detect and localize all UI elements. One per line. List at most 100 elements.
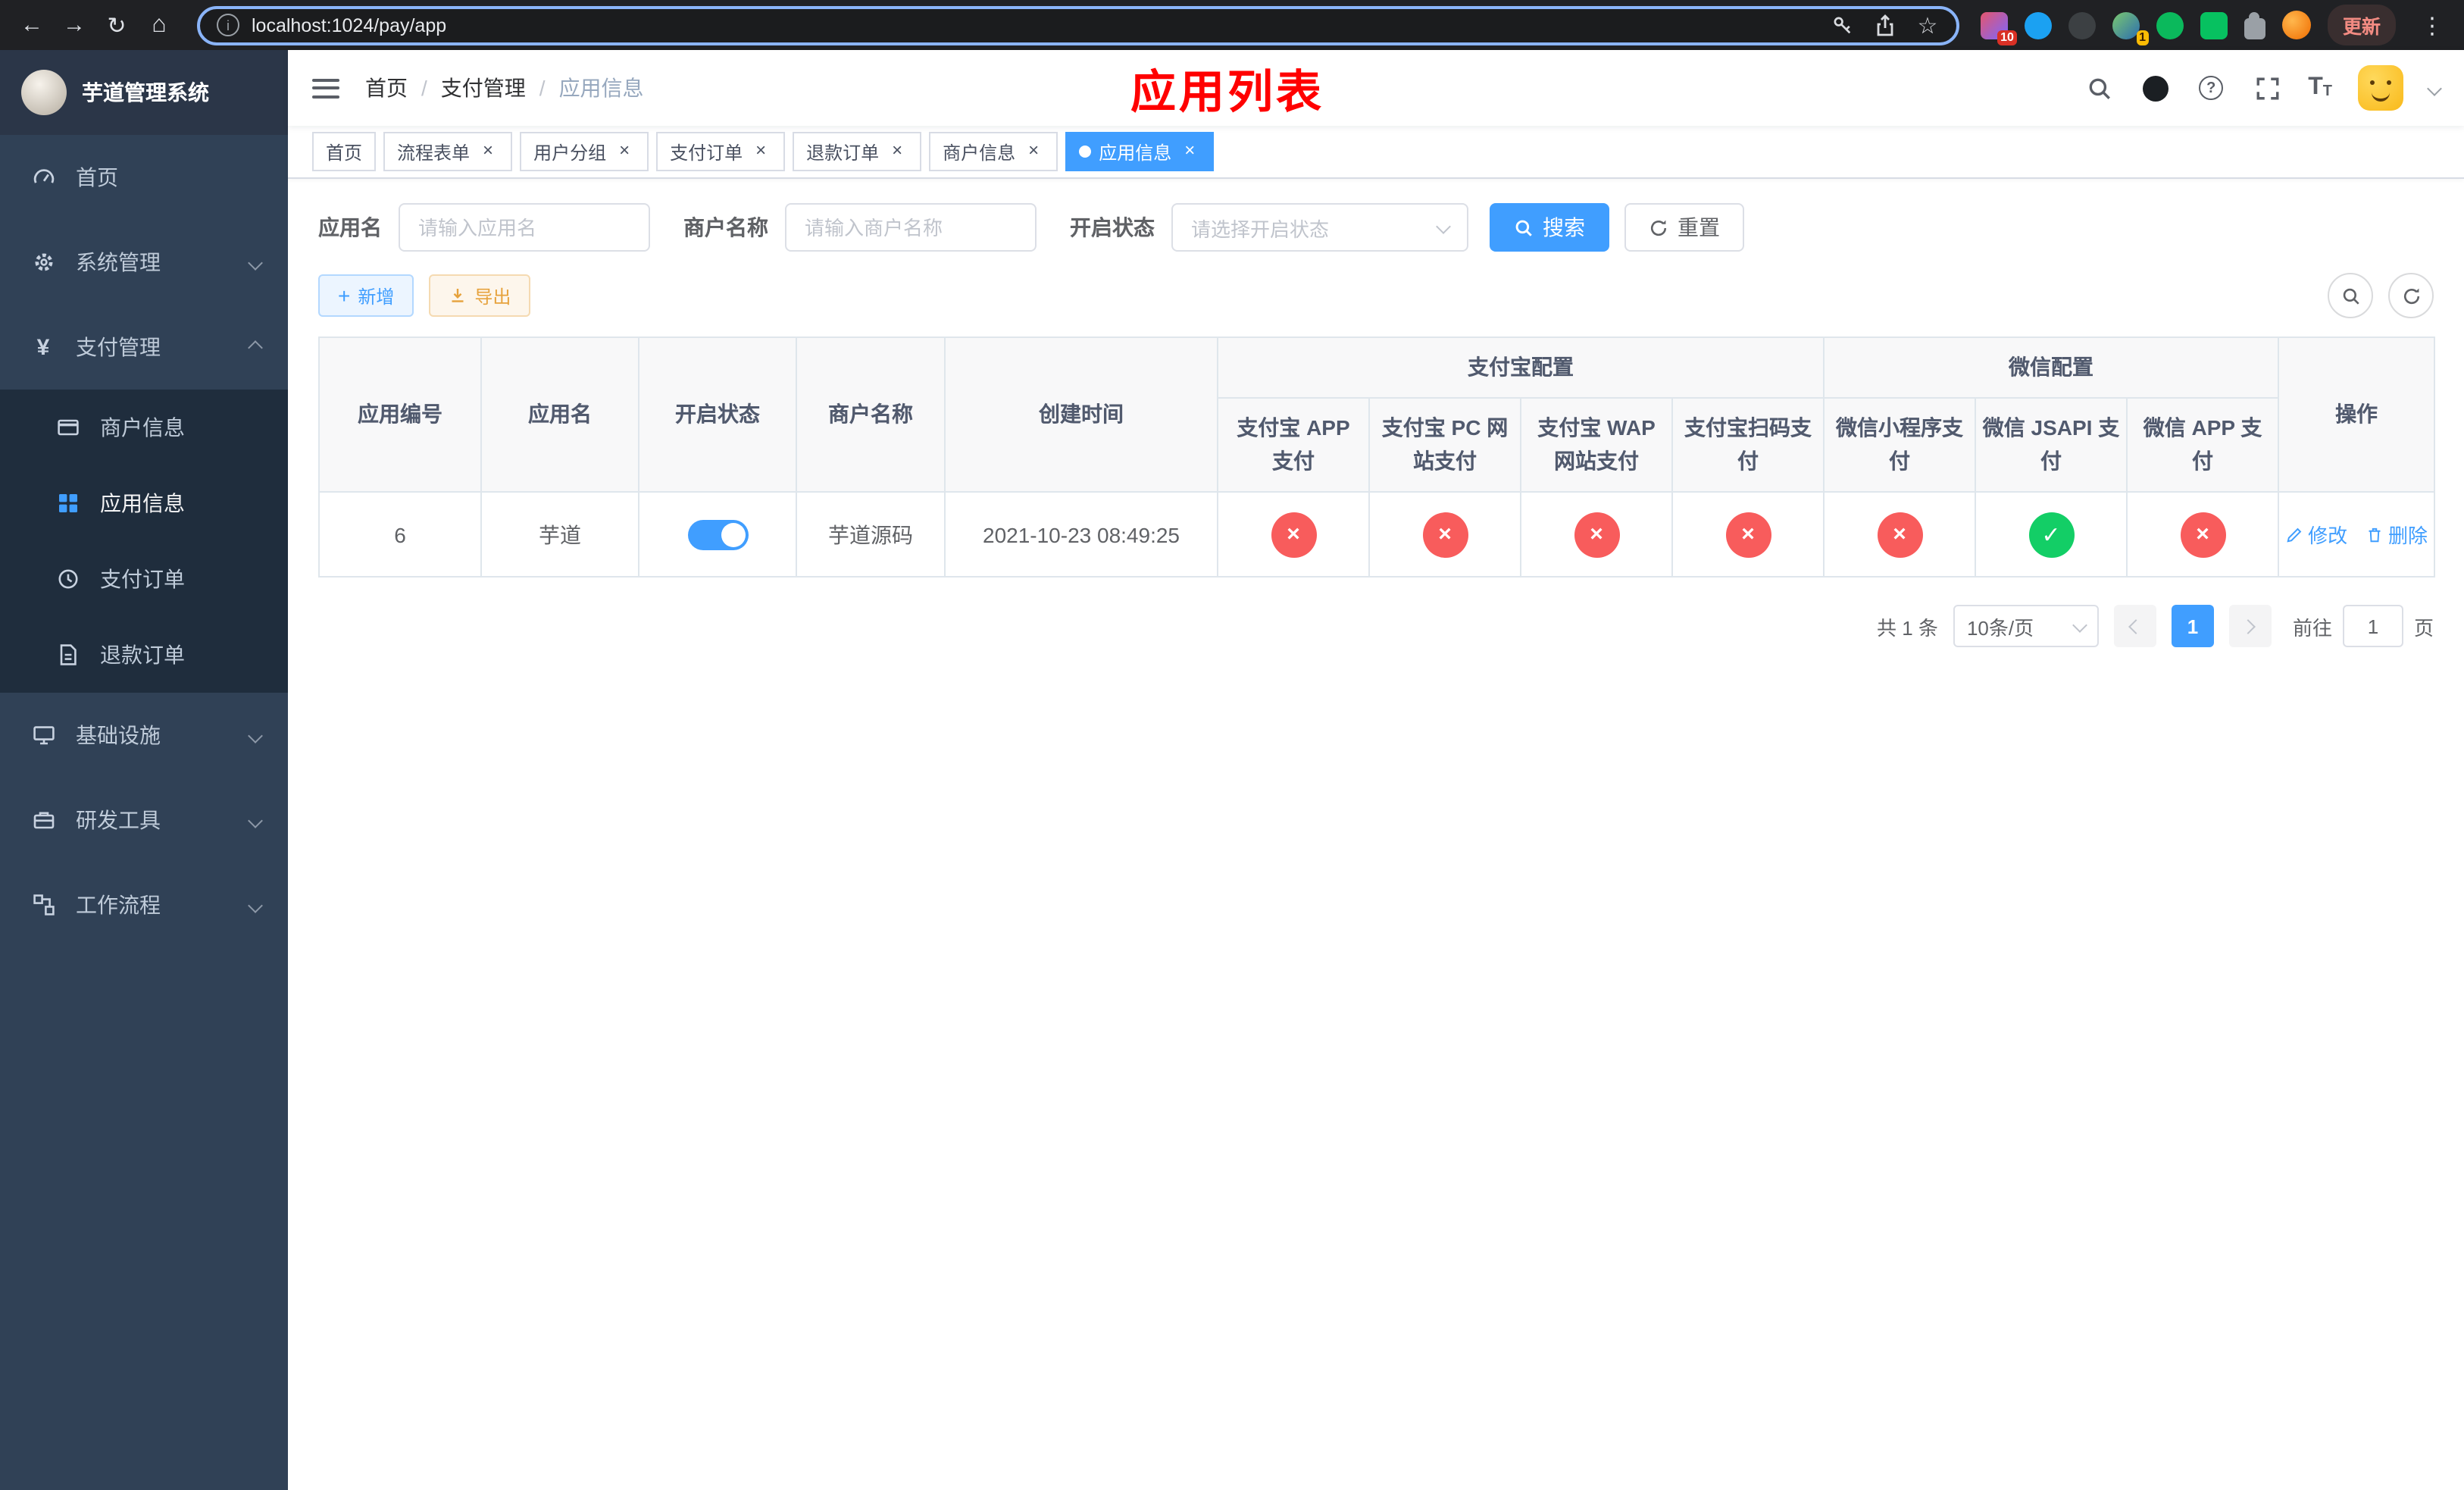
sidebar-item-payment[interactable]: ¥ 支付管理 (0, 305, 288, 390)
extensions-area: 10 1 更新 (1980, 5, 2452, 45)
close-icon[interactable]: × (886, 140, 908, 162)
tab-process-form[interactable]: 流程表单 × (383, 132, 513, 171)
tab-refund-orders[interactable]: 退款订单 × (793, 132, 922, 171)
add-button[interactable]: + 新增 (318, 274, 414, 317)
workflow-icon (30, 892, 56, 918)
extension-icon-5[interactable] (2156, 11, 2184, 39)
refresh-icon[interactable] (2388, 273, 2434, 318)
sidebar-item-label: 支付订单 (100, 567, 185, 591)
reload-icon[interactable] (97, 5, 136, 45)
sidebar-item-label: 系统管理 (76, 250, 161, 274)
breadcrumb-home[interactable]: 首页 (365, 73, 408, 103)
plus-icon: + (338, 283, 351, 308)
page-number[interactable]: 1 (2171, 605, 2214, 647)
status-icon: × (2180, 512, 2226, 557)
pagination: 共 1 条 10条/页 1 前往 页 (318, 605, 2434, 647)
avatar-caret-icon[interactable] (2427, 74, 2442, 102)
cell-created: 2021-10-23 08:49:25 (944, 491, 1218, 578)
address-bar[interactable]: localhost:1024/pay/app (197, 5, 1959, 45)
browser-profile-avatar[interactable] (2281, 11, 2311, 39)
password-key-icon[interactable] (1831, 13, 1855, 37)
sidebar-item-app-info[interactable]: 应用信息 (0, 465, 288, 541)
user-avatar[interactable] (2358, 65, 2403, 111)
forward-icon[interactable] (55, 5, 94, 45)
search-icon[interactable] (2084, 73, 2114, 103)
browser-menu-icon[interactable] (2412, 5, 2452, 45)
col-wx-jsapi: 微信 JSAPI 支付 (1975, 397, 2128, 493)
sidebar-item-label: 商户信息 (100, 415, 185, 440)
total-count: 共 1 条 (1877, 616, 1938, 639)
search-button[interactable]: 搜索 (1490, 203, 1609, 252)
tab-app-info[interactable]: 应用信息 × (1065, 132, 1215, 171)
extensions-puzzle-icon[interactable] (2244, 11, 2265, 39)
cell-status (638, 491, 797, 578)
sidebar-toggle-icon[interactable] (312, 78, 339, 98)
tab-merchant-info[interactable]: 商户信息 × (929, 132, 1058, 171)
status-icon: × (1574, 512, 1619, 557)
tab-user-group[interactable]: 用户分组 × (520, 132, 649, 171)
close-icon[interactable]: × (614, 140, 635, 162)
next-page-button[interactable] (2228, 605, 2272, 647)
yen-icon: ¥ (36, 334, 50, 360)
close-icon[interactable]: × (477, 140, 499, 162)
filter-form: 应用名 商户名称 开启状态 请选择开启状态 搜索 重置 (318, 203, 2434, 252)
page-content: 应用名 商户名称 开启状态 请选择开启状态 搜索 重置 (288, 179, 2464, 1490)
export-button[interactable]: 导出 (429, 274, 531, 317)
show-search-toggle-icon[interactable] (2328, 273, 2373, 318)
back-icon[interactable] (12, 5, 52, 45)
sidebar-item-home[interactable]: 首页 (0, 135, 288, 220)
tags-view: 首页 流程表单 × 用户分组 × 支付订单 × 退款订单 × 商户信息 × 应用… (288, 126, 2464, 179)
status-select[interactable]: 请选择开启状态 (1171, 203, 1468, 252)
fullscreen-icon[interactable] (2252, 73, 2282, 103)
sidebar-logo: 芋道管理系统 (0, 50, 288, 135)
sidebar-item-system[interactable]: 系统管理 (0, 220, 288, 305)
col-alipay-qr: 支付宝扫码支付 (1671, 397, 1825, 493)
chevron-down-icon (248, 897, 263, 912)
col-alipay-wap: 支付宝 WAP 网站支付 (1520, 397, 1673, 493)
goto-page-input[interactable] (2342, 605, 2403, 647)
payment-submenu: 商户信息 应用信息 支付订单 退款订单 (0, 390, 288, 693)
bookmark-star-icon[interactable] (1915, 13, 1940, 37)
chevron-down-icon (2072, 617, 2087, 632)
app-name-input[interactable] (399, 203, 650, 252)
reset-button[interactable]: 重置 (1624, 203, 1744, 252)
edit-button[interactable]: 修改 (2285, 520, 2347, 549)
font-size-icon[interactable] (2308, 76, 2332, 100)
sidebar-item-devtools[interactable]: 研发工具 (0, 778, 288, 862)
sidebar-item-workflow[interactable]: 工作流程 (0, 862, 288, 947)
prev-page-button[interactable] (2113, 605, 2156, 647)
sidebar-item-label: 应用信息 (100, 491, 185, 515)
document-icon (55, 642, 80, 668)
extension-icon-2[interactable] (2024, 11, 2052, 39)
breadcrumb-payment[interactable]: 支付管理 (441, 73, 526, 103)
extension-icon-1[interactable]: 10 (1980, 11, 2017, 45)
page-size-select[interactable]: 10条/页 (1953, 605, 2099, 647)
help-icon[interactable] (2196, 73, 2226, 103)
status-toggle[interactable] (687, 519, 748, 549)
close-icon[interactable]: × (1179, 140, 1200, 162)
merchant-name-input[interactable] (785, 203, 1037, 252)
status-icon: ✓ (2028, 512, 2074, 557)
tab-pay-orders[interactable]: 支付订单 × (656, 132, 786, 171)
share-icon[interactable] (1873, 13, 1897, 37)
sidebar-item-merchant-info[interactable]: 商户信息 (0, 390, 288, 465)
page-info-icon[interactable] (217, 14, 239, 36)
extension-badge: 1 (2136, 30, 2149, 45)
sidebar-item-infra[interactable]: 基础设施 (0, 693, 288, 778)
close-icon[interactable]: × (1023, 140, 1044, 162)
home-icon[interactable] (139, 5, 179, 45)
tab-home[interactable]: 首页 (312, 132, 377, 171)
close-icon[interactable]: × (750, 140, 771, 162)
delete-button[interactable]: 删除 (2366, 520, 2428, 549)
extension-icon-6[interactable] (2200, 11, 2228, 39)
table-row: 6 芋道 芋道源码 2021-10-23 08:49:25 × × × × × (318, 491, 2436, 578)
extension-icon-3[interactable] (2068, 11, 2096, 39)
github-icon[interactable] (2140, 73, 2170, 103)
url-text[interactable]: localhost:1024/pay/app (252, 14, 446, 36)
cell-actions: 修改 删除 (2278, 491, 2436, 578)
monitor-icon (30, 722, 56, 748)
extension-icon-4[interactable]: 1 (2112, 11, 2149, 45)
sidebar-item-pay-orders[interactable]: 支付订单 (0, 541, 288, 617)
sidebar-item-refund-orders[interactable]: 退款订单 (0, 617, 288, 693)
browser-update-button[interactable]: 更新 (2327, 5, 2396, 45)
